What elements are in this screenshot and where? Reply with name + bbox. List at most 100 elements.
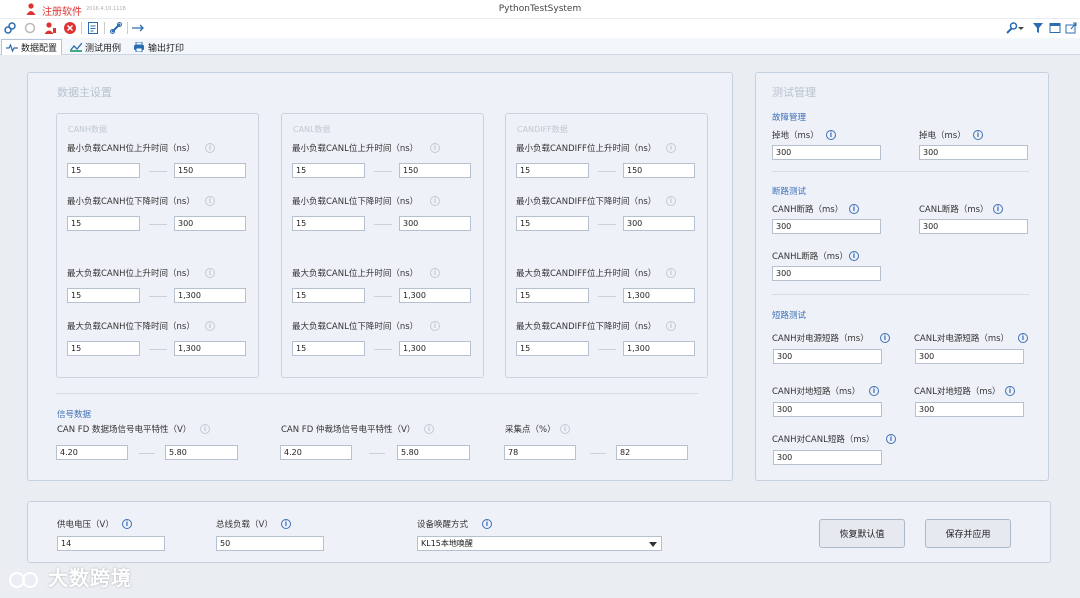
document-icon[interactable] bbox=[86, 21, 100, 35]
max-value-input[interactable]: 150 bbox=[623, 163, 695, 178]
info-icon[interactable]: i bbox=[205, 268, 215, 278]
info-icon[interactable]: i bbox=[430, 143, 440, 153]
info-icon[interactable]: i bbox=[666, 321, 676, 331]
tab-test-cases[interactable]: 测试用例 bbox=[66, 39, 125, 55]
signal-min-input[interactable]: 4.20 bbox=[56, 445, 128, 460]
info-icon[interactable]: i bbox=[200, 424, 210, 434]
info-icon[interactable]: i bbox=[560, 424, 570, 434]
max-value-input[interactable]: 1,300 bbox=[174, 341, 246, 356]
max-value-input[interactable]: 1,300 bbox=[399, 288, 471, 303]
info-icon[interactable]: i bbox=[430, 196, 440, 206]
usb-icon[interactable] bbox=[131, 21, 145, 35]
canh-to-power-input[interactable]: 300 bbox=[773, 349, 882, 364]
panel-title: 测试管理 bbox=[772, 86, 816, 99]
info-icon[interactable]: i bbox=[205, 321, 215, 331]
info-icon[interactable]: i bbox=[205, 143, 215, 153]
info-icon[interactable]: i bbox=[849, 204, 859, 214]
info-icon[interactable]: i bbox=[880, 333, 890, 343]
bus-load-input[interactable]: 50 bbox=[216, 536, 324, 551]
open-section-title: 断路测试 bbox=[772, 187, 807, 197]
chevron-down-icon[interactable] bbox=[1017, 21, 1025, 35]
info-icon[interactable]: i bbox=[1018, 333, 1028, 343]
info-icon[interactable]: i bbox=[849, 251, 859, 261]
window-icon[interactable] bbox=[1048, 21, 1062, 35]
info-icon[interactable]: i bbox=[430, 268, 440, 278]
wake-mode-select[interactable]: KL15本地唤醒 bbox=[417, 536, 662, 551]
range-dash bbox=[374, 224, 392, 225]
row-label: 最小负载CANH位上升时间（ns） bbox=[67, 144, 195, 154]
min-value-input[interactable]: 15 bbox=[292, 288, 365, 303]
info-icon[interactable]: i bbox=[281, 519, 291, 529]
info-icon[interactable]: i bbox=[205, 196, 215, 206]
canhl-open-input[interactable]: 300 bbox=[772, 266, 881, 281]
info-icon[interactable]: i bbox=[482, 519, 492, 529]
signal-max-input[interactable]: 5.80 bbox=[165, 445, 238, 460]
group-title: CANL数据 bbox=[293, 125, 331, 134]
min-value-input[interactable]: 15 bbox=[516, 163, 589, 178]
tab-print-output[interactable]: 输出打印 bbox=[129, 39, 188, 55]
signal-min-input[interactable]: 4.20 bbox=[280, 445, 352, 460]
info-icon[interactable]: i bbox=[424, 424, 434, 434]
max-value-input[interactable]: 1,300 bbox=[623, 288, 695, 303]
signal-label: CAN FD 数据场信号电平特性（V） bbox=[57, 425, 192, 435]
canl-to-ground-input[interactable]: 300 bbox=[915, 402, 1024, 417]
save-apply-button[interactable]: 保存并应用 bbox=[925, 519, 1011, 548]
min-value-input[interactable]: 15 bbox=[67, 288, 140, 303]
info-icon[interactable]: i bbox=[886, 434, 896, 444]
ground-loss-input[interactable]: 300 bbox=[772, 145, 881, 160]
field-label: CANH对地短路（ms） bbox=[772, 387, 861, 397]
canh-open-input[interactable]: 300 bbox=[772, 219, 881, 234]
min-value-input[interactable]: 15 bbox=[67, 216, 140, 231]
refresh-icon[interactable] bbox=[23, 21, 37, 35]
max-value-input[interactable]: 1,300 bbox=[174, 288, 246, 303]
tab-data-config[interactable]: 数据配置 bbox=[1, 39, 63, 55]
export-icon[interactable] bbox=[1064, 21, 1078, 35]
min-value-input[interactable]: 15 bbox=[516, 216, 589, 231]
signal-min-input[interactable]: 78 bbox=[504, 445, 576, 460]
restore-defaults-button[interactable]: 恢复默认值 bbox=[819, 519, 905, 548]
max-value-input[interactable]: 150 bbox=[399, 163, 471, 178]
info-icon[interactable]: i bbox=[826, 130, 836, 140]
info-icon[interactable]: i bbox=[666, 143, 676, 153]
canh-to-ground-input[interactable]: 300 bbox=[773, 402, 882, 417]
power-loss-input[interactable]: 300 bbox=[919, 145, 1028, 160]
min-value-input[interactable]: 15 bbox=[516, 288, 589, 303]
toolbar bbox=[0, 19, 1080, 38]
min-value-input[interactable]: 15 bbox=[67, 163, 140, 178]
filter-icon[interactable] bbox=[1031, 21, 1045, 35]
signal-max-input[interactable]: 82 bbox=[616, 445, 688, 460]
chain-icon[interactable] bbox=[109, 21, 123, 35]
min-value-input[interactable]: 15 bbox=[516, 341, 589, 356]
min-value-input[interactable]: 15 bbox=[292, 163, 365, 178]
max-value-input[interactable]: 300 bbox=[623, 216, 695, 231]
info-icon[interactable]: i bbox=[869, 386, 879, 396]
signal-label: CAN FD 仲裁场信号电平特性（V） bbox=[281, 425, 416, 435]
info-icon[interactable]: i bbox=[973, 130, 983, 140]
max-value-input[interactable]: 300 bbox=[174, 216, 246, 231]
max-value-input[interactable]: 1,300 bbox=[399, 341, 471, 356]
range-dash bbox=[598, 296, 616, 297]
supply-voltage-input[interactable]: 14 bbox=[57, 536, 165, 551]
max-value-input[interactable]: 1,300 bbox=[623, 341, 695, 356]
max-value-input[interactable]: 150 bbox=[174, 163, 246, 178]
info-icon[interactable]: i bbox=[993, 204, 1003, 214]
max-value-input[interactable]: 300 bbox=[399, 216, 471, 231]
user-icon[interactable] bbox=[43, 21, 57, 35]
wrench-icon[interactable] bbox=[1004, 21, 1018, 35]
info-icon[interactable]: i bbox=[430, 321, 440, 331]
canl-open-input[interactable]: 300 bbox=[919, 219, 1028, 234]
canh-to-canl-input[interactable]: 300 bbox=[773, 450, 882, 465]
close-circle-icon[interactable] bbox=[63, 21, 77, 35]
range-dash bbox=[149, 171, 167, 172]
min-value-input[interactable]: 15 bbox=[292, 216, 365, 231]
info-icon[interactable]: i bbox=[666, 196, 676, 206]
canl-to-power-input[interactable]: 300 bbox=[915, 349, 1024, 364]
signal-max-input[interactable]: 5.80 bbox=[397, 445, 470, 460]
min-value-input[interactable]: 15 bbox=[67, 341, 140, 356]
info-icon[interactable]: i bbox=[1005, 386, 1015, 396]
min-value-input[interactable]: 15 bbox=[292, 341, 365, 356]
row-label: 最小负载CANDIFF位上升时间（ns） bbox=[516, 144, 657, 154]
link-icon[interactable] bbox=[3, 21, 17, 35]
info-icon[interactable]: i bbox=[666, 268, 676, 278]
info-icon[interactable]: i bbox=[122, 519, 132, 529]
